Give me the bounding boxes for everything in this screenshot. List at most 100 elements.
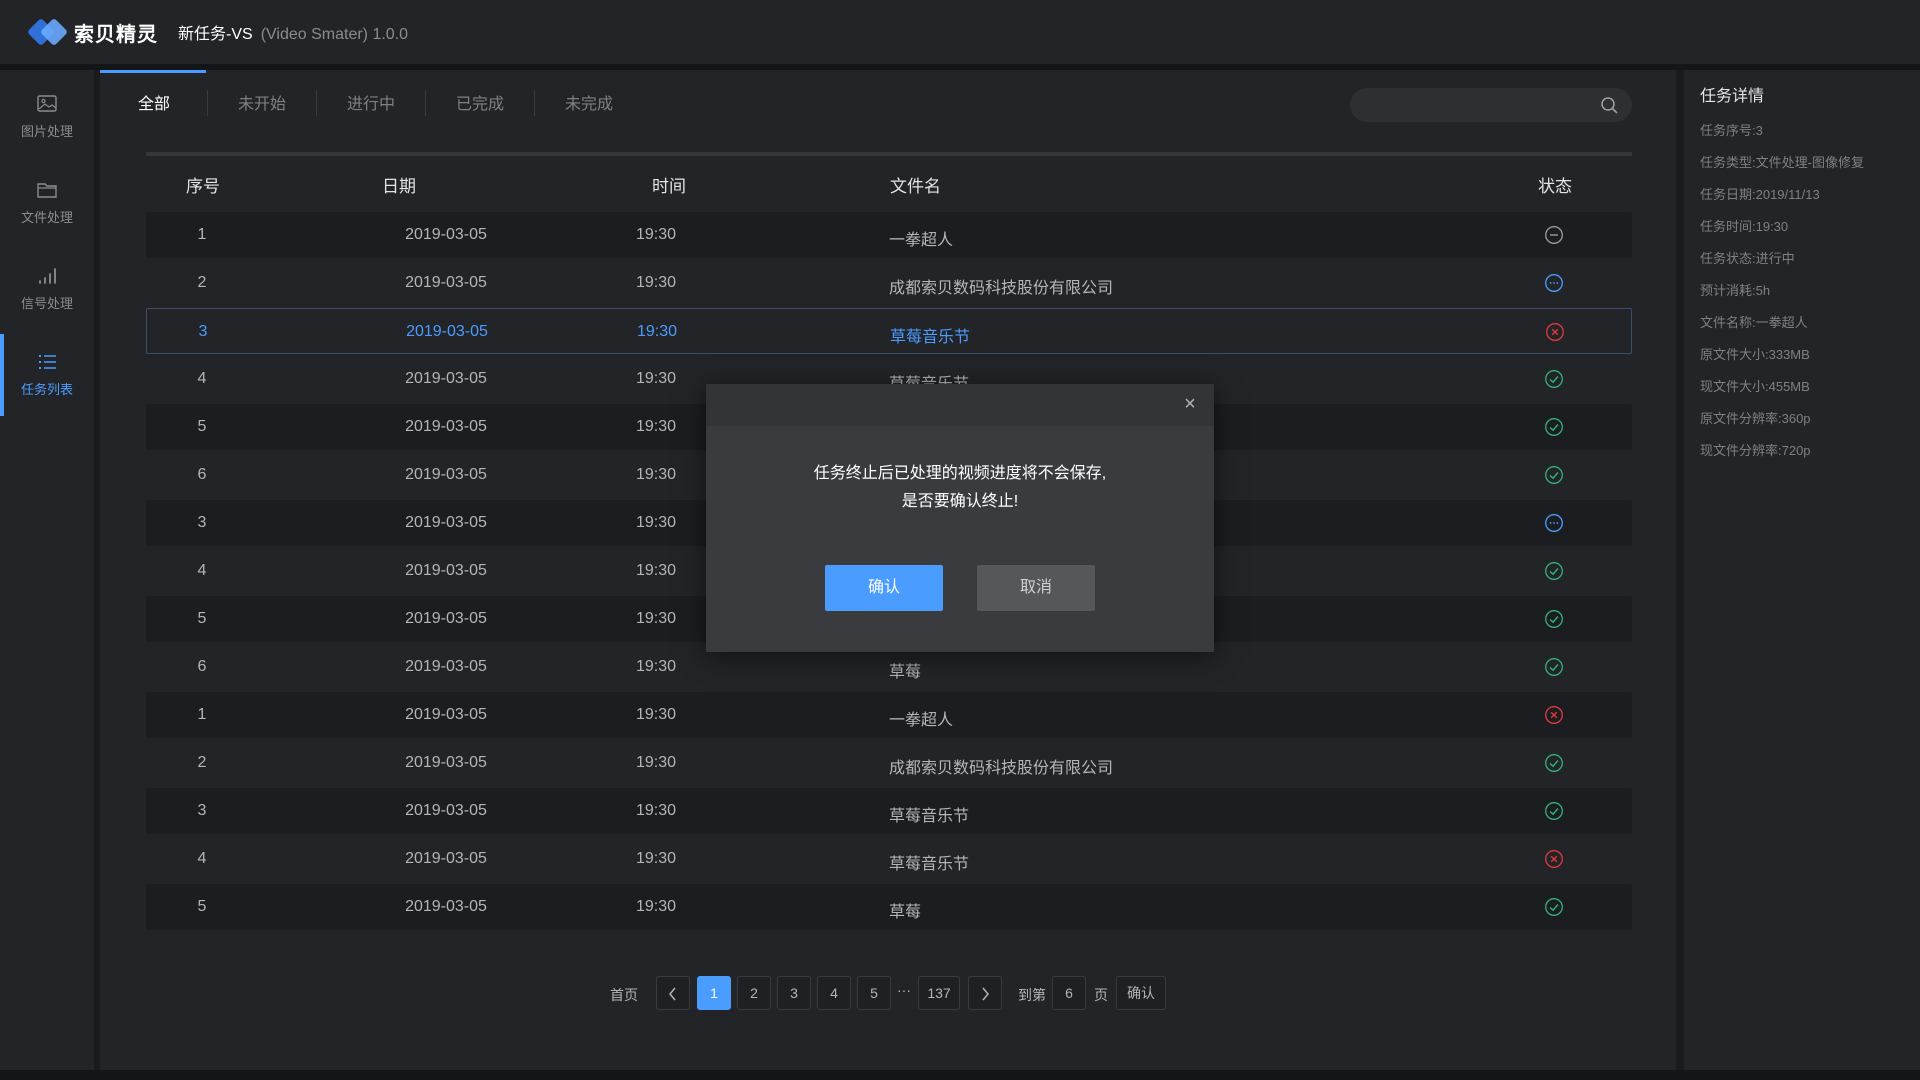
row-date: 2019-03-05 — [405, 466, 487, 483]
detail-current-size: 现文件大小:455MB — [1700, 379, 1810, 394]
detail-title: 任务详情 — [1700, 88, 1765, 105]
check-circle-icon — [1545, 658, 1563, 676]
row-status — [1544, 225, 1564, 245]
image-icon — [37, 95, 57, 112]
header-date: 日期 — [382, 177, 416, 196]
detail-original-resolution: 原文件分辨率:360p — [1700, 411, 1811, 426]
row-status — [1544, 513, 1564, 533]
row-date: 2019-03-05 — [405, 226, 487, 243]
confirm-dialog: × 任务终止后已处理的视频进度将不会保存, 是否要确认终止! 确认 取消 — [706, 384, 1214, 652]
table-row[interactable]: 2 2019-03-05 19:30 成都索贝数码科技股份有限公司 — [146, 260, 1632, 306]
row-time: 19:30 — [636, 370, 677, 387]
detail-task-status: 任务状态:进行中 — [1700, 251, 1795, 266]
page-button-5[interactable]: 5 — [857, 976, 891, 1010]
row-file-name: 草莓音乐节 — [890, 329, 971, 346]
row-date: 2019-03-05 — [405, 610, 487, 627]
row-date: 2019-03-05 — [405, 706, 487, 723]
table-row[interactable]: 1 2019-03-05 19:30 一拳超人 — [146, 212, 1632, 258]
row-time: 19:30 — [636, 658, 677, 675]
row-index: 1 — [197, 706, 207, 723]
close-icon[interactable]: × — [1180, 394, 1200, 414]
header-file: 文件名 — [890, 177, 941, 196]
table-top-border — [146, 152, 1632, 156]
tab-completed[interactable]: 已完成 — [426, 90, 534, 114]
check-circle-icon — [1545, 418, 1563, 436]
detail-estimated-cost: 预计消耗:5h — [1700, 283, 1771, 298]
prev-page-button[interactable] — [656, 976, 690, 1010]
sidebar-item-label: 图片处理 — [20, 124, 73, 139]
brand-name: 索贝精灵 — [74, 23, 158, 46]
table-row[interactable]: 1 2019-03-05 19:30 一拳超人 — [146, 692, 1632, 738]
goto-confirm-button[interactable]: 确认 — [1116, 976, 1166, 1010]
row-time: 19:30 — [636, 802, 677, 819]
page-button-2[interactable]: 2 — [737, 976, 771, 1010]
bottom-border — [0, 1070, 1920, 1080]
row-date: 2019-03-05 — [405, 370, 487, 387]
cancel-button[interactable]: 取消 — [977, 565, 1095, 611]
detail-task-number: 任务序号:3 — [1700, 123, 1763, 138]
page-ellipsis: ··· — [897, 982, 911, 998]
row-file-name: 草莓音乐节 — [889, 856, 970, 873]
check-circle-icon — [1545, 466, 1563, 484]
sidebar-item-signal[interactable]: 信号处理 — [0, 248, 94, 330]
table-row[interactable]: 3 2019-03-05 19:30 草莓音乐节 — [146, 788, 1632, 834]
task-detail-panel: 任务详情 任务序号:3 任务类型:文件处理-图像修复 任务日期:2019/11/… — [1684, 70, 1920, 1070]
row-time: 19:30 — [636, 610, 677, 627]
row-status — [1544, 609, 1564, 629]
row-date: 2019-03-05 — [405, 898, 487, 915]
search-icon[interactable] — [1600, 96, 1618, 114]
goto-page-input[interactable]: 6 — [1052, 976, 1086, 1010]
page-unit-label: 页 — [1094, 987, 1108, 1003]
detail-task-type: 任务类型:文件处理-图像修复 — [1700, 155, 1864, 170]
row-index: 6 — [197, 658, 207, 675]
sidebar-item-file[interactable]: 文件处理 — [0, 162, 94, 244]
row-time: 19:30 — [636, 850, 677, 867]
first-page-link[interactable]: 首页 — [610, 985, 638, 1005]
row-status — [1544, 753, 1564, 773]
tab-all[interactable]: 全部 — [100, 90, 208, 114]
table-row[interactable]: 2 2019-03-05 19:30 成都索贝数码科技股份有限公司 — [146, 740, 1632, 786]
pagination: 首页 1 2 3 4 5 ··· 137 到第 6 页 确认 — [100, 976, 1676, 1010]
row-file-name: 成都索贝数码科技股份有限公司 — [889, 280, 1114, 297]
sidebar-item-label: 任务列表 — [20, 382, 73, 397]
tab-not-started[interactable]: 未开始 — [208, 90, 316, 114]
check-circle-icon — [1545, 754, 1563, 772]
dialog-message: 任务终止后已处理的视频进度将不会保存, 是否要确认终止! — [706, 460, 1214, 516]
page-button-1[interactable]: 1 — [697, 976, 731, 1010]
row-index: 2 — [197, 754, 207, 771]
table-row[interactable]: 5 2019-03-05 19:30 草莓 — [146, 884, 1632, 930]
row-index: 2 — [197, 274, 207, 291]
tab-in-progress[interactable]: 进行中 — [317, 90, 425, 114]
app-version: (Video Smater) 1.0.0 — [260, 26, 409, 43]
sidebar-item-task-list[interactable]: 任务列表 — [0, 334, 94, 416]
row-status — [1544, 273, 1564, 293]
page-button-4[interactable]: 4 — [817, 976, 851, 1010]
sidebar-item-image[interactable]: 图片处理 — [0, 76, 94, 158]
table-row[interactable]: 3 2019-03-05 19:30 草莓音乐节 — [146, 308, 1632, 354]
table-row[interactable]: 4 2019-03-05 19:30 草莓音乐节 — [146, 836, 1632, 882]
check-circle-icon — [1545, 802, 1563, 820]
app-logo: 索贝精灵 — [26, 14, 158, 50]
header-status: 状态 — [1538, 177, 1572, 196]
page-button-last[interactable]: 137 — [918, 976, 960, 1010]
page-button-3[interactable]: 3 — [777, 976, 811, 1010]
row-file-name: 草莓音乐节 — [889, 808, 970, 825]
row-time: 19:30 — [636, 754, 677, 771]
confirm-button[interactable]: 确认 — [825, 565, 943, 611]
row-status — [1544, 657, 1564, 677]
dialog-header: × — [706, 384, 1214, 426]
row-date: 2019-03-05 — [405, 418, 487, 435]
row-file-name: 草莓 — [889, 904, 922, 921]
row-file-name: 一拳超人 — [889, 232, 954, 249]
row-status — [1544, 465, 1564, 485]
row-index: 3 — [198, 323, 208, 340]
row-status — [1544, 849, 1564, 869]
row-time: 19:30 — [636, 226, 677, 243]
row-index: 4 — [197, 562, 207, 579]
next-page-button[interactable] — [968, 976, 1002, 1010]
search-input[interactable] — [1350, 88, 1632, 122]
tab-incomplete[interactable]: 未完成 — [535, 90, 643, 114]
row-date: 2019-03-05 — [405, 658, 487, 675]
row-index: 5 — [197, 610, 207, 627]
row-index: 4 — [197, 370, 207, 387]
